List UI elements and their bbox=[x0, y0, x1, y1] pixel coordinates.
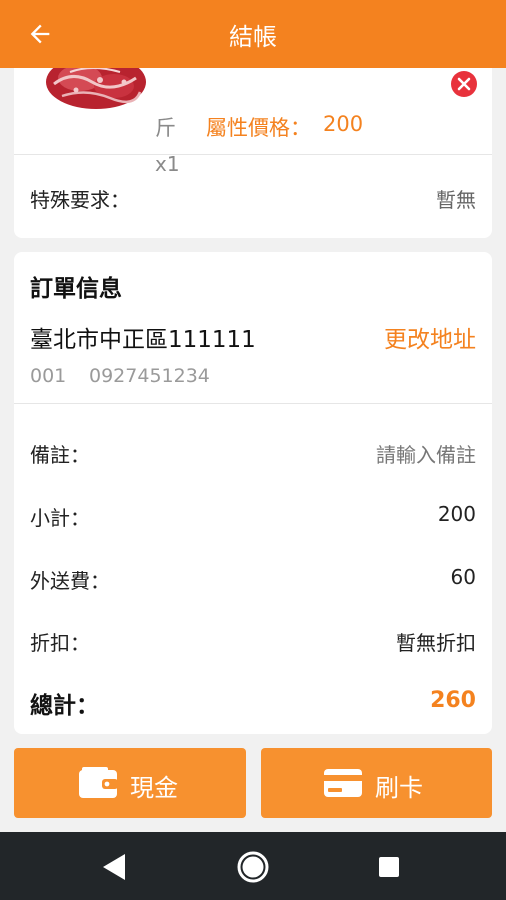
note-label: 備註： bbox=[30, 443, 90, 467]
subtotal-label: 小計： bbox=[30, 506, 90, 530]
special-request-value[interactable]: 暫無 bbox=[436, 184, 476, 213]
subtotal-value: 200 bbox=[437, 502, 476, 526]
cash-pay-button[interactable]: 現金 bbox=[14, 748, 246, 818]
item-quantity: x1 bbox=[155, 152, 180, 176]
order-info-card: 訂單信息 臺北市中正區111111 更改地址 001 0927451234 備註… bbox=[14, 252, 492, 734]
contact-phone: 0927451234 bbox=[89, 365, 210, 387]
attribute-price-label: 屬性價格： bbox=[206, 116, 311, 140]
meat-image bbox=[46, 60, 146, 109]
item-unit: 斤 bbox=[155, 116, 176, 140]
discount-value[interactable]: 暫無折扣 bbox=[396, 627, 476, 656]
wallet-icon bbox=[79, 767, 118, 798]
nav-back-icon[interactable] bbox=[100, 852, 128, 882]
card-pay-button[interactable]: 刷卡 bbox=[261, 748, 492, 818]
total-value: 260 bbox=[430, 688, 476, 713]
contact-id: 001 bbox=[30, 365, 67, 387]
page-title: 結帳 bbox=[229, 23, 277, 51]
delivery-address: 臺北市中正區111111 bbox=[30, 327, 256, 353]
app-bar: 結帳 bbox=[0, 0, 506, 68]
divider bbox=[14, 154, 492, 155]
card-pay-label: 刷卡 bbox=[375, 774, 423, 802]
delivery-fee-label: 外送費： bbox=[30, 569, 110, 593]
discount-label: 折扣： bbox=[30, 631, 90, 655]
total-label: 總計： bbox=[30, 693, 99, 719]
order-info-title: 訂單信息 bbox=[30, 276, 122, 302]
special-request-label: 特殊要求： bbox=[30, 188, 130, 212]
change-address-button[interactable]: 更改地址 bbox=[384, 320, 476, 354]
nav-home-icon[interactable] bbox=[236, 850, 270, 884]
cash-pay-label: 現金 bbox=[130, 774, 178, 802]
divider bbox=[14, 403, 492, 404]
close-circle-icon[interactable] bbox=[450, 70, 478, 98]
delivery-fee-value: 60 bbox=[450, 565, 476, 589]
cart-item-card: 斤 屬性價格： 200 x1 特殊要求： 暫無 bbox=[14, 40, 492, 238]
note-input[interactable]: 請輸入備註 bbox=[376, 439, 476, 468]
nav-recent-apps-icon[interactable] bbox=[378, 856, 400, 878]
credit-card-icon bbox=[324, 769, 362, 797]
attribute-price-value: 200 bbox=[323, 112, 364, 136]
system-nav-bar bbox=[0, 832, 506, 900]
